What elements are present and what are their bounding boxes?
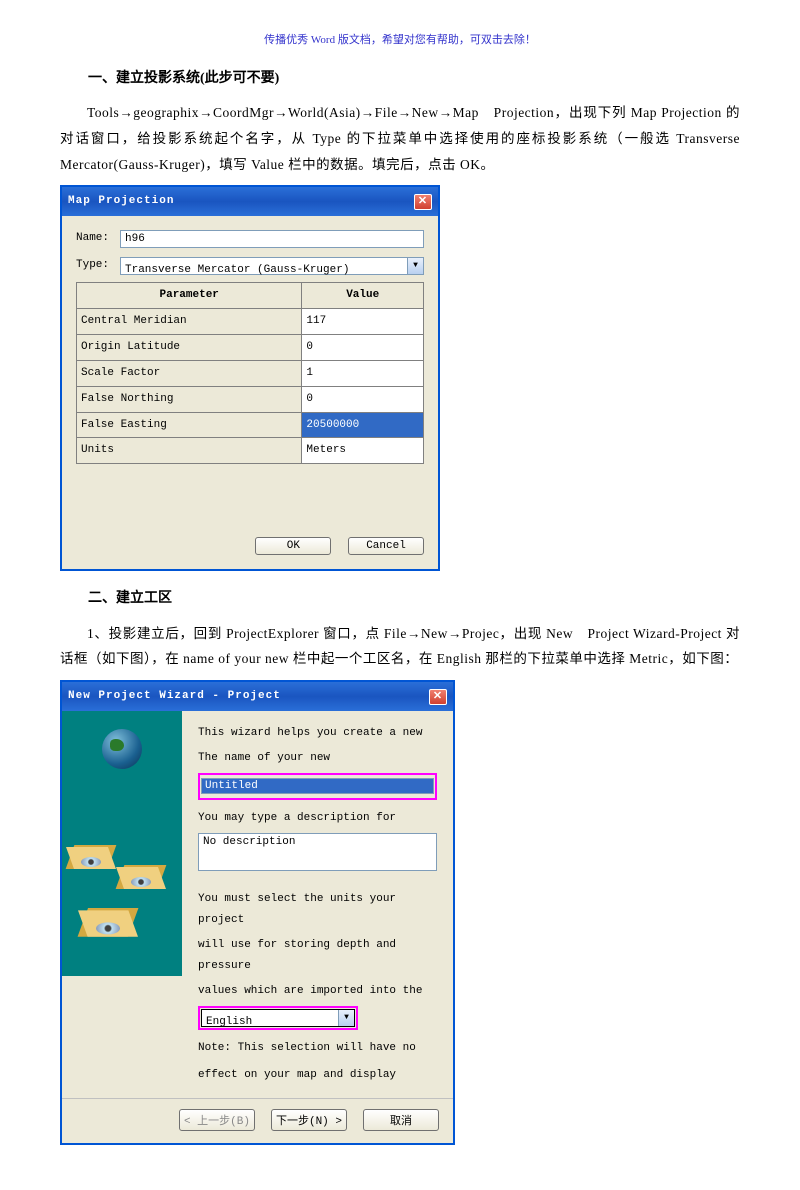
ok-button[interactable]: OK [255, 537, 331, 555]
units-prompt: values which are imported into the [198, 981, 437, 1002]
table-row: Scale Factor1 [77, 360, 424, 386]
name-prompt: The name of your new [198, 748, 437, 769]
dialog-title: New Project Wizard - Project [68, 686, 281, 707]
close-icon[interactable]: ✕ [414, 194, 432, 210]
table-row: Central Meridian117 [77, 308, 424, 334]
name-label: Name: [76, 228, 114, 249]
units-prompt: will use for storing depth and pressure [198, 935, 437, 977]
folder-icon [83, 903, 133, 937]
table-row: False Easting20500000 [77, 412, 424, 438]
desc-prompt: You may type a description for [198, 808, 437, 829]
new-project-wizard-dialog: New Project Wizard - Project ✕ This wiza… [60, 680, 455, 1145]
units-prompt: You must select the units your project [198, 889, 437, 931]
name-highlight [198, 773, 437, 800]
note-text: Note: This selection will have no [198, 1038, 437, 1059]
note-text: effect on your map and display [198, 1065, 437, 1086]
parameter-table: Parameter Value Central Meridian117 Orig… [76, 282, 424, 464]
name-input[interactable] [120, 230, 424, 248]
folder-icon [70, 841, 112, 869]
map-projection-dialog: Map Projection ✕ Name: Type: Transverse … [60, 185, 440, 571]
units-highlight: English ▼ [198, 1006, 358, 1030]
table-row: False Northing0 [77, 386, 424, 412]
titlebar: New Project Wizard - Project ✕ [62, 682, 453, 711]
wizard-intro: This wizard helps you create a new [198, 723, 437, 744]
type-label: Type: [76, 255, 114, 276]
col-parameter: Parameter [77, 283, 302, 309]
table-row: Origin Latitude0 [77, 334, 424, 360]
next-button[interactable]: 下一步(N) > [271, 1109, 347, 1131]
close-icon[interactable]: ✕ [429, 689, 447, 705]
globe-icon [102, 729, 142, 769]
units-dropdown[interactable]: English ▼ [201, 1009, 355, 1027]
units-value: English [202, 1010, 338, 1026]
header-note: 传播优秀 Word 版文档，希望对您有帮助，可双击去除！ [60, 30, 740, 51]
folder-icon [120, 861, 162, 889]
col-value: Value [302, 283, 424, 309]
cancel-button[interactable]: 取消 [363, 1109, 439, 1131]
table-row: UnitsMeters [77, 438, 424, 464]
chevron-down-icon[interactable]: ▼ [407, 258, 423, 274]
section2-heading: 二、建立工区 [60, 586, 740, 613]
cancel-button[interactable]: Cancel [348, 537, 424, 555]
type-dropdown[interactable]: Transverse Mercator (Gauss-Kruger) ▼ [120, 257, 424, 275]
dialog-title: Map Projection [68, 191, 174, 212]
section2-para: 1、投影建立后，回到 ProjectExplorer 窗口，点 File→New… [60, 621, 740, 672]
project-name-input[interactable] [201, 778, 434, 794]
section1-para: Tools→geographix→CoordMgr→World(Asia)→Fi… [60, 100, 740, 177]
chevron-down-icon[interactable]: ▼ [338, 1010, 354, 1026]
description-input[interactable] [198, 833, 437, 871]
section1-heading: 一、建立投影系统(此步可不要) [60, 66, 740, 93]
back-button: < 上一步(B) [179, 1109, 255, 1131]
titlebar: Map Projection ✕ [62, 187, 438, 216]
type-value: Transverse Mercator (Gauss-Kruger) [121, 258, 407, 274]
wizard-sidebar [62, 711, 182, 976]
